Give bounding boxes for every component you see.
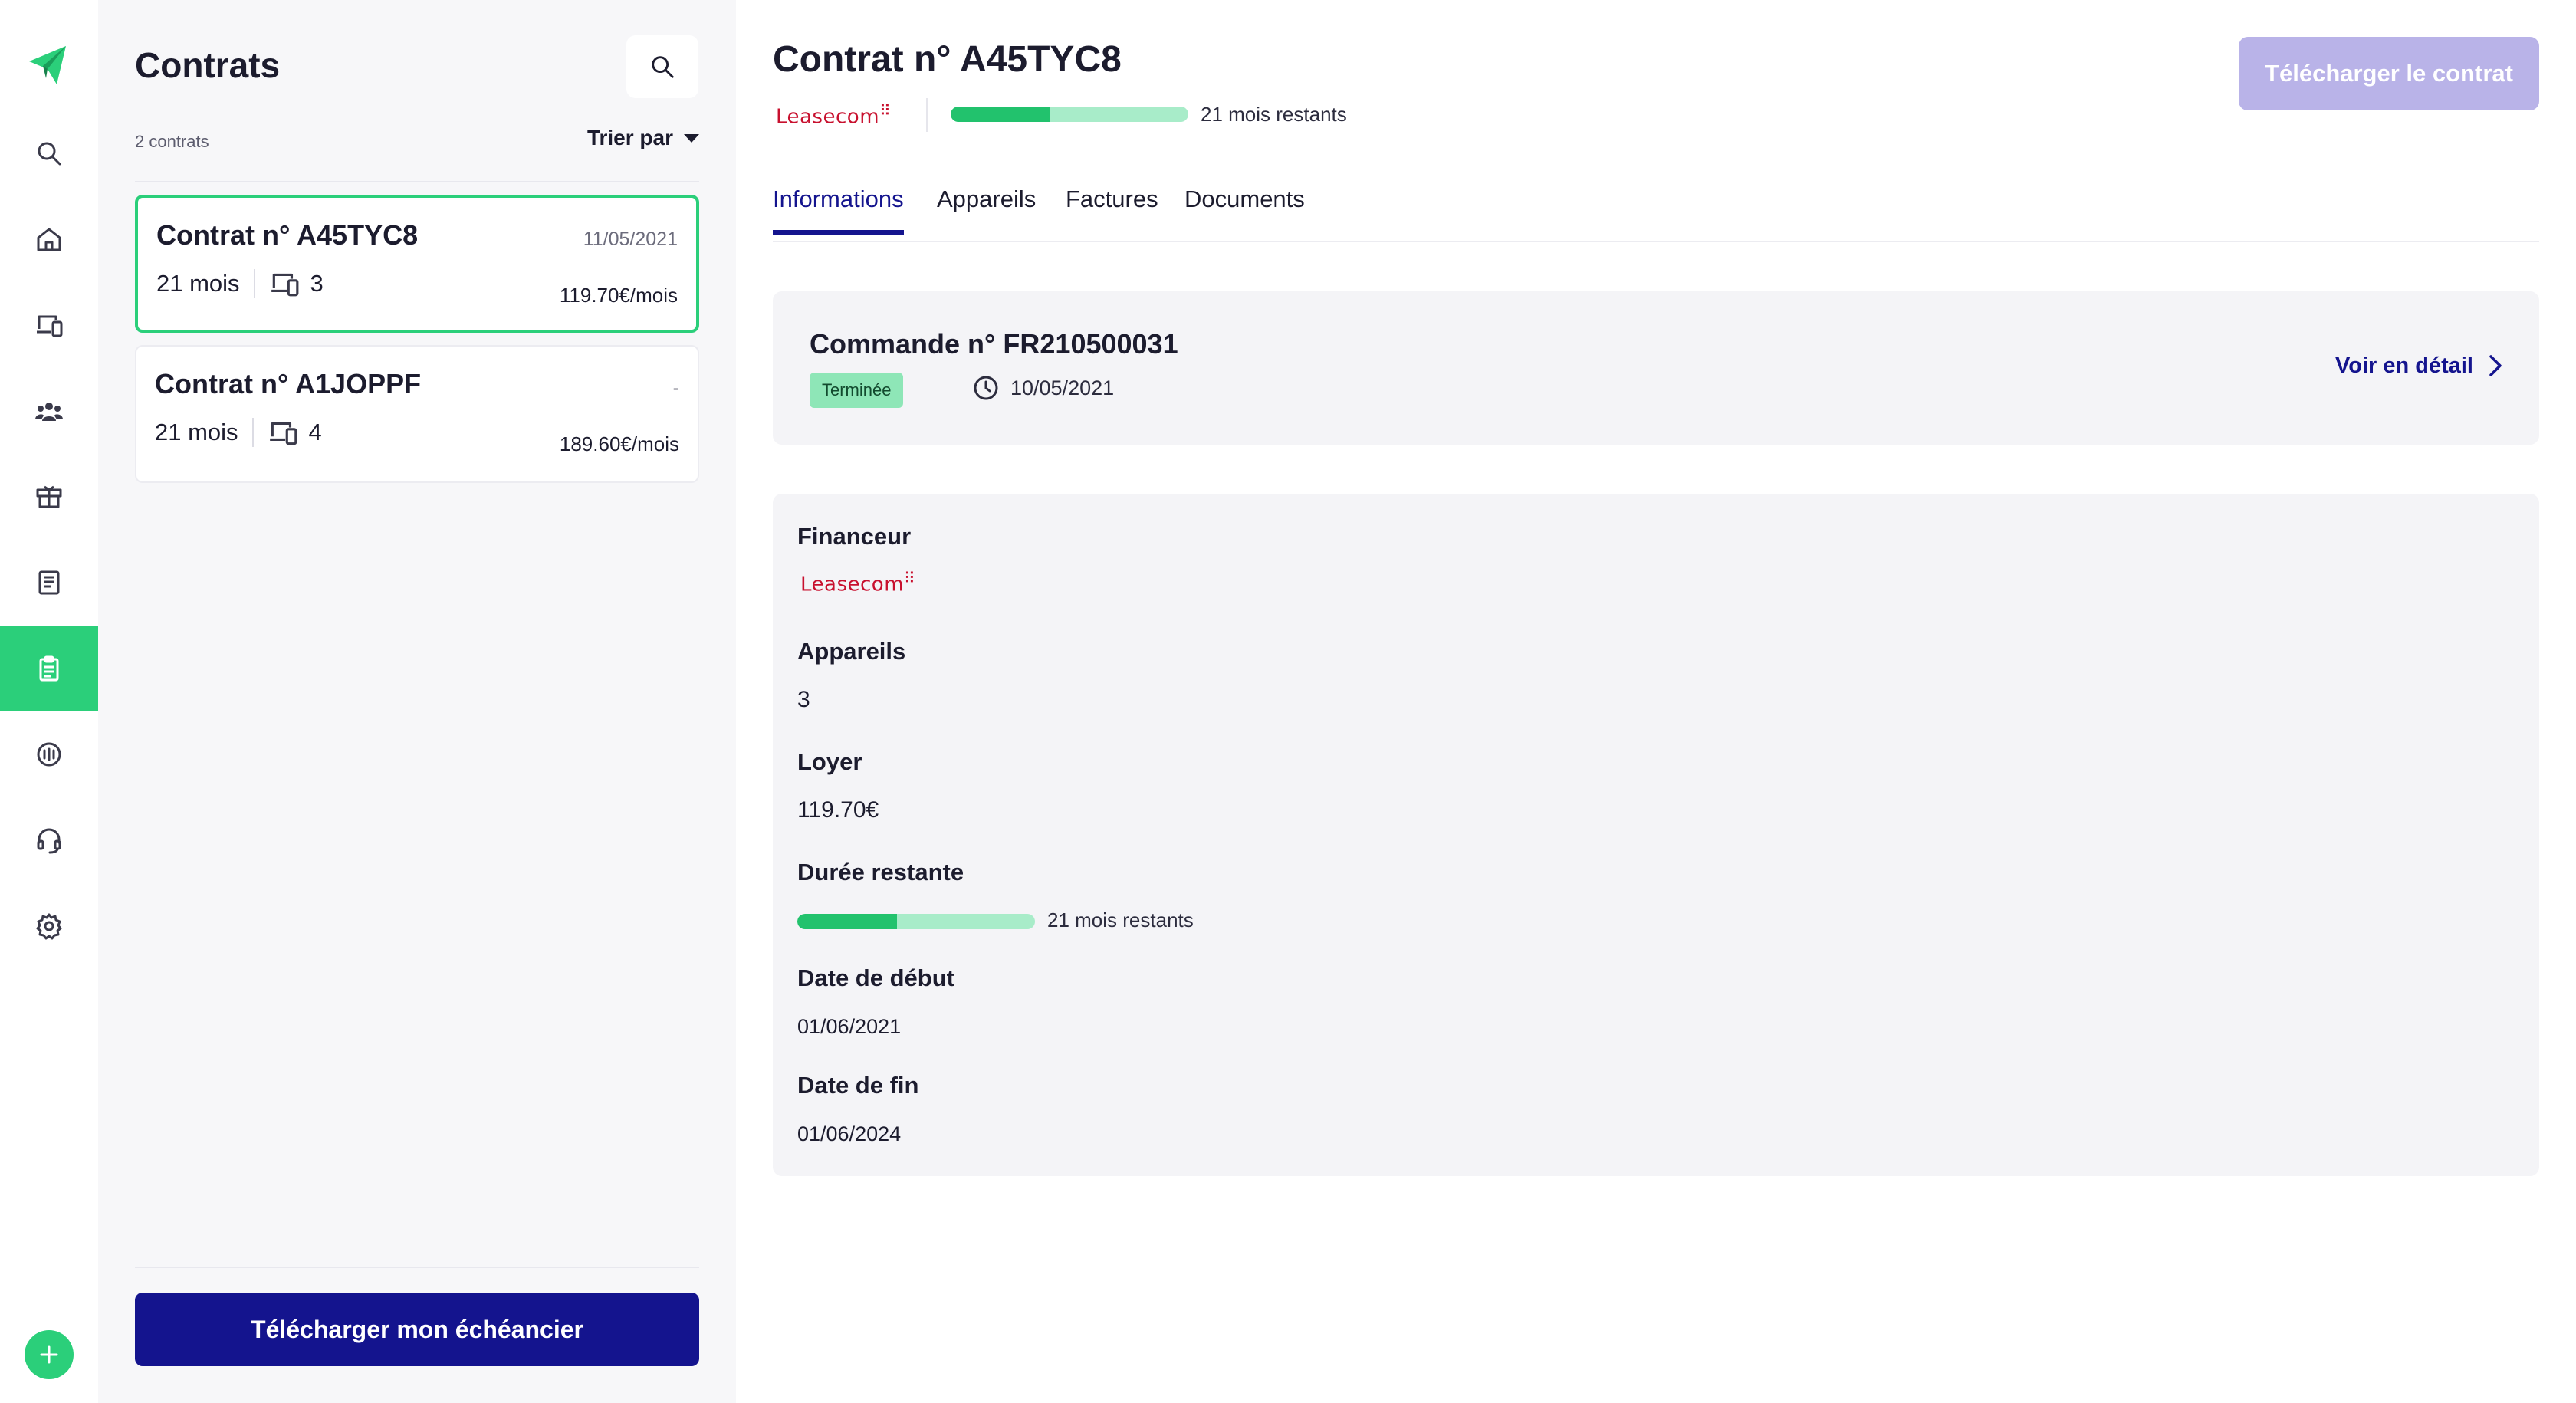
list-search-button[interactable] bbox=[626, 35, 698, 98]
rail-users[interactable] bbox=[0, 368, 98, 454]
lessor-logo: Leasecom⠿ bbox=[776, 101, 891, 129]
remaining-value: 21 mois restants bbox=[1047, 909, 1194, 932]
financer-logo: Leasecom⠿ bbox=[800, 569, 915, 596]
page-title: Contrat n° A45TYC8 bbox=[773, 39, 1122, 80]
contract-date: 11/05/2021 bbox=[583, 228, 678, 250]
list-title: Contrats bbox=[135, 45, 281, 85]
add-button[interactable] bbox=[25, 1330, 74, 1379]
end-date-label: Date de fin bbox=[797, 1072, 919, 1099]
contract-devices-count: 4 bbox=[308, 419, 322, 445]
devices-value: 3 bbox=[797, 687, 810, 712]
status-badge: Terminée bbox=[810, 373, 904, 408]
contract-card[interactable]: Contrat n° A1JOPPF - 21 mois 4 189.60€/m… bbox=[135, 345, 699, 483]
tab-documents[interactable]: Documents bbox=[1184, 186, 1305, 230]
contract-title: Contrat n° A45TYC8 bbox=[156, 219, 419, 251]
remaining-progress-bar bbox=[951, 107, 1188, 122]
divider bbox=[135, 1267, 699, 1268]
devices-label: Appareils bbox=[797, 638, 906, 665]
contract-detail: Contrat n° A45TYC8 Leasecom⠿ 21 mois res… bbox=[736, 0, 2576, 1403]
rail-home[interactable] bbox=[0, 196, 98, 282]
divider bbox=[135, 181, 699, 182]
contract-info-card: Financeur Leasecom⠿ Appareils 3 Loyer 11… bbox=[773, 494, 2539, 1176]
contract-title: Contrat n° A1JOPPF bbox=[155, 368, 422, 399]
financer-label: Financeur bbox=[797, 523, 912, 550]
rent-label: Loyer bbox=[797, 748, 863, 775]
sort-label: Trier par bbox=[586, 126, 673, 150]
contract-meta: 21 mois 3 bbox=[156, 268, 324, 299]
start-date-label: Date de début bbox=[797, 964, 955, 991]
remaining-label: Durée restante bbox=[797, 859, 964, 886]
contract-meta: 21 mois 4 bbox=[155, 417, 322, 448]
icon-rail bbox=[0, 0, 98, 1403]
headset-icon bbox=[37, 828, 61, 854]
logo-dots-icon: ⠿ bbox=[879, 101, 892, 120]
contract-duration: 21 mois bbox=[156, 270, 240, 297]
progress-fill bbox=[951, 107, 1051, 122]
rail-support[interactable] bbox=[0, 797, 98, 883]
tabs: Informations Appareils Factures Document… bbox=[773, 181, 2539, 242]
contract-duration: 21 mois bbox=[155, 419, 238, 445]
plus-icon bbox=[40, 1346, 58, 1364]
search-icon bbox=[652, 56, 674, 78]
view-detail-label: Voir en détail bbox=[2335, 353, 2473, 378]
devices-icon bbox=[37, 315, 63, 337]
order-date-value: 10/05/2021 bbox=[1010, 376, 1115, 399]
gear-icon bbox=[36, 913, 62, 940]
divider bbox=[251, 418, 254, 447]
rail-settings[interactable] bbox=[0, 883, 98, 969]
tips-icon bbox=[37, 742, 61, 767]
financer-logo-text: Leasecom bbox=[800, 573, 905, 596]
contracts-count: 2 contrats bbox=[135, 132, 209, 151]
logo-dots-icon: ⠿ bbox=[904, 569, 916, 587]
rail-box[interactable] bbox=[0, 454, 98, 540]
end-date-value: 01/06/2024 bbox=[797, 1122, 902, 1145]
order-card: Commande n° FR210500031 Terminée 10/05/2… bbox=[773, 291, 2539, 445]
contract-date: - bbox=[672, 377, 679, 399]
caret-down-icon bbox=[684, 133, 699, 143]
view-order-detail-link[interactable]: Voir en détail bbox=[2335, 353, 2504, 379]
clipboard-icon bbox=[39, 656, 59, 682]
home-icon bbox=[37, 228, 61, 251]
rail-book[interactable] bbox=[0, 540, 98, 626]
devices-icon bbox=[269, 422, 297, 445]
contract-card[interactable]: Contrat n° A45TYC8 11/05/2021 21 mois 3 … bbox=[135, 195, 699, 333]
order-date: 10/05/2021 bbox=[972, 374, 1114, 402]
lessor-logo-text: Leasecom bbox=[776, 105, 880, 129]
chevron-right-icon bbox=[2489, 355, 2502, 376]
contract-price: 119.70€/mois bbox=[559, 284, 678, 307]
sort-button[interactable]: Trier par bbox=[587, 126, 699, 150]
users-icon bbox=[35, 402, 63, 421]
rail-devices[interactable] bbox=[0, 282, 98, 368]
tab-appareils[interactable]: Appareils bbox=[937, 186, 1036, 230]
download-contract-button[interactable]: Télécharger le contrat bbox=[2239, 37, 2539, 110]
order-title: Commande n° FR210500031 bbox=[810, 328, 1178, 360]
contracts-list-panel: Contrats 2 contrats Trier par Contrat n°… bbox=[98, 0, 736, 1403]
tab-factures[interactable]: Factures bbox=[1066, 186, 1158, 230]
remaining-progress-bar bbox=[797, 914, 1035, 929]
devices-icon bbox=[271, 273, 298, 297]
search-icon bbox=[38, 142, 61, 166]
rail-search[interactable] bbox=[0, 110, 98, 196]
contract-devices-count: 3 bbox=[310, 270, 324, 297]
rail-tips[interactable] bbox=[0, 711, 98, 797]
divider bbox=[253, 269, 255, 298]
box-icon bbox=[36, 485, 62, 508]
progress-fill bbox=[797, 914, 898, 929]
tab-informations[interactable]: Informations bbox=[773, 186, 904, 235]
contract-price: 189.60€/mois bbox=[559, 432, 679, 455]
download-schedule-button[interactable]: Télécharger mon échéancier bbox=[135, 1293, 699, 1366]
remaining-duration: 21 mois restants bbox=[1201, 103, 1347, 126]
rail-contracts[interactable] bbox=[0, 626, 98, 711]
clock-icon bbox=[974, 376, 998, 400]
rent-value: 119.70€ bbox=[797, 797, 879, 823]
start-date-value: 01/06/2021 bbox=[797, 1015, 902, 1038]
book-icon bbox=[38, 570, 60, 595]
logo-icon[interactable] bbox=[26, 43, 72, 89]
divider bbox=[926, 98, 928, 132]
